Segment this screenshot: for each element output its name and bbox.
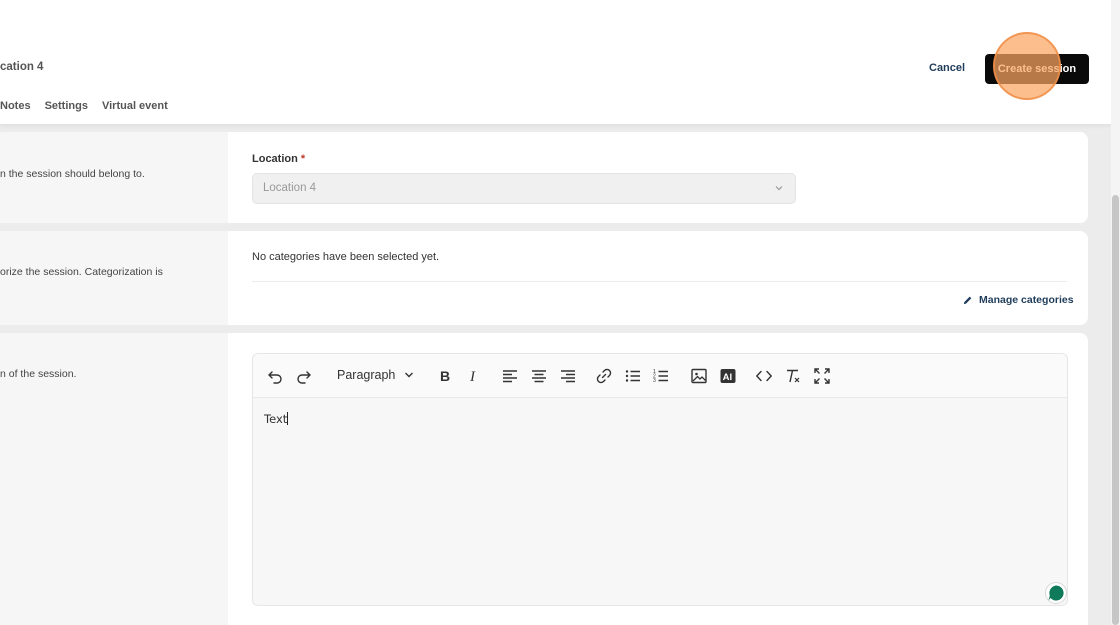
code-icon[interactable] — [755, 367, 773, 385]
rich-text-editor: Paragraph B I 123 AI Text — [252, 353, 1068, 606]
pencil-icon — [963, 296, 972, 304]
chat-widget-button[interactable] — [1045, 582, 1067, 604]
scrollbar-thumb[interactable] — [1112, 195, 1119, 625]
section-description-panel: n the session should belong to. — [0, 132, 228, 223]
chevron-down-icon — [775, 186, 783, 191]
editor-toolbar: Paragraph B I 123 AI — [253, 354, 1067, 398]
create-session-button[interactable]: Create session — [985, 54, 1089, 84]
location-label: Location * — [252, 153, 306, 165]
location-select-value: Location 4 — [263, 182, 317, 194]
link-icon[interactable] — [595, 367, 613, 385]
align-left-icon[interactable] — [501, 367, 519, 385]
image-icon[interactable] — [690, 367, 708, 385]
no-categories-text: No categories have been selected yet. — [252, 251, 440, 263]
manage-categories-link[interactable]: Manage categories — [962, 294, 1074, 306]
tab-virtual-event[interactable]: Virtual event — [102, 100, 168, 112]
bold-icon[interactable]: B — [436, 367, 454, 385]
svg-text:B: B — [440, 368, 450, 384]
tab-settings[interactable]: Settings — [45, 100, 88, 112]
tab-bar: Notes Settings Virtual event — [0, 100, 168, 112]
italic-icon[interactable]: I — [464, 367, 482, 385]
svg-text:I: I — [469, 369, 476, 385]
categories-description: orize the session. Categorization is — [0, 266, 163, 278]
chevron-down-icon — [405, 372, 414, 378]
description-section: n of the session. Paragraph B I 123 AI T… — [0, 333, 1088, 625]
bullet-list-icon[interactable] — [624, 367, 642, 385]
ai-icon[interactable]: AI — [719, 367, 737, 385]
categories-section: orize the session. Categorization is No … — [0, 231, 1088, 325]
section-description-panel: n of the session. — [0, 333, 228, 625]
paragraph-format-dropdown[interactable]: Paragraph — [337, 368, 415, 382]
align-right-icon[interactable] — [559, 367, 577, 385]
redo-icon[interactable] — [295, 367, 313, 385]
divider — [252, 281, 1067, 282]
editor-content[interactable]: Text — [264, 412, 289, 426]
fullscreen-icon[interactable] — [813, 367, 831, 385]
chat-icon — [1048, 585, 1064, 601]
location-section: n the session should belong to. Location… — [0, 132, 1088, 223]
required-marker: * — [300, 153, 306, 165]
breadcrumb: cation 4 — [0, 61, 44, 73]
svg-text:AI: AI — [723, 372, 733, 383]
numbered-list-icon[interactable]: 123 — [652, 367, 670, 385]
session-description-hint: n of the session. — [0, 368, 77, 380]
page-header: cation 4 Notes Settings Virtual event Ca… — [0, 0, 1111, 125]
align-center-icon[interactable] — [530, 367, 548, 385]
svg-text:3: 3 — [653, 378, 656, 384]
undo-icon[interactable] — [266, 367, 284, 385]
clear-format-icon[interactable] — [784, 367, 802, 385]
location-select[interactable]: Location 4 — [252, 173, 796, 204]
tab-notes[interactable]: Notes — [0, 100, 31, 112]
section-description-panel: orize the session. Categorization is — [0, 231, 228, 325]
text-caret — [287, 412, 289, 425]
cancel-button[interactable]: Cancel — [929, 62, 965, 74]
location-description: n the session should belong to. — [0, 168, 145, 180]
